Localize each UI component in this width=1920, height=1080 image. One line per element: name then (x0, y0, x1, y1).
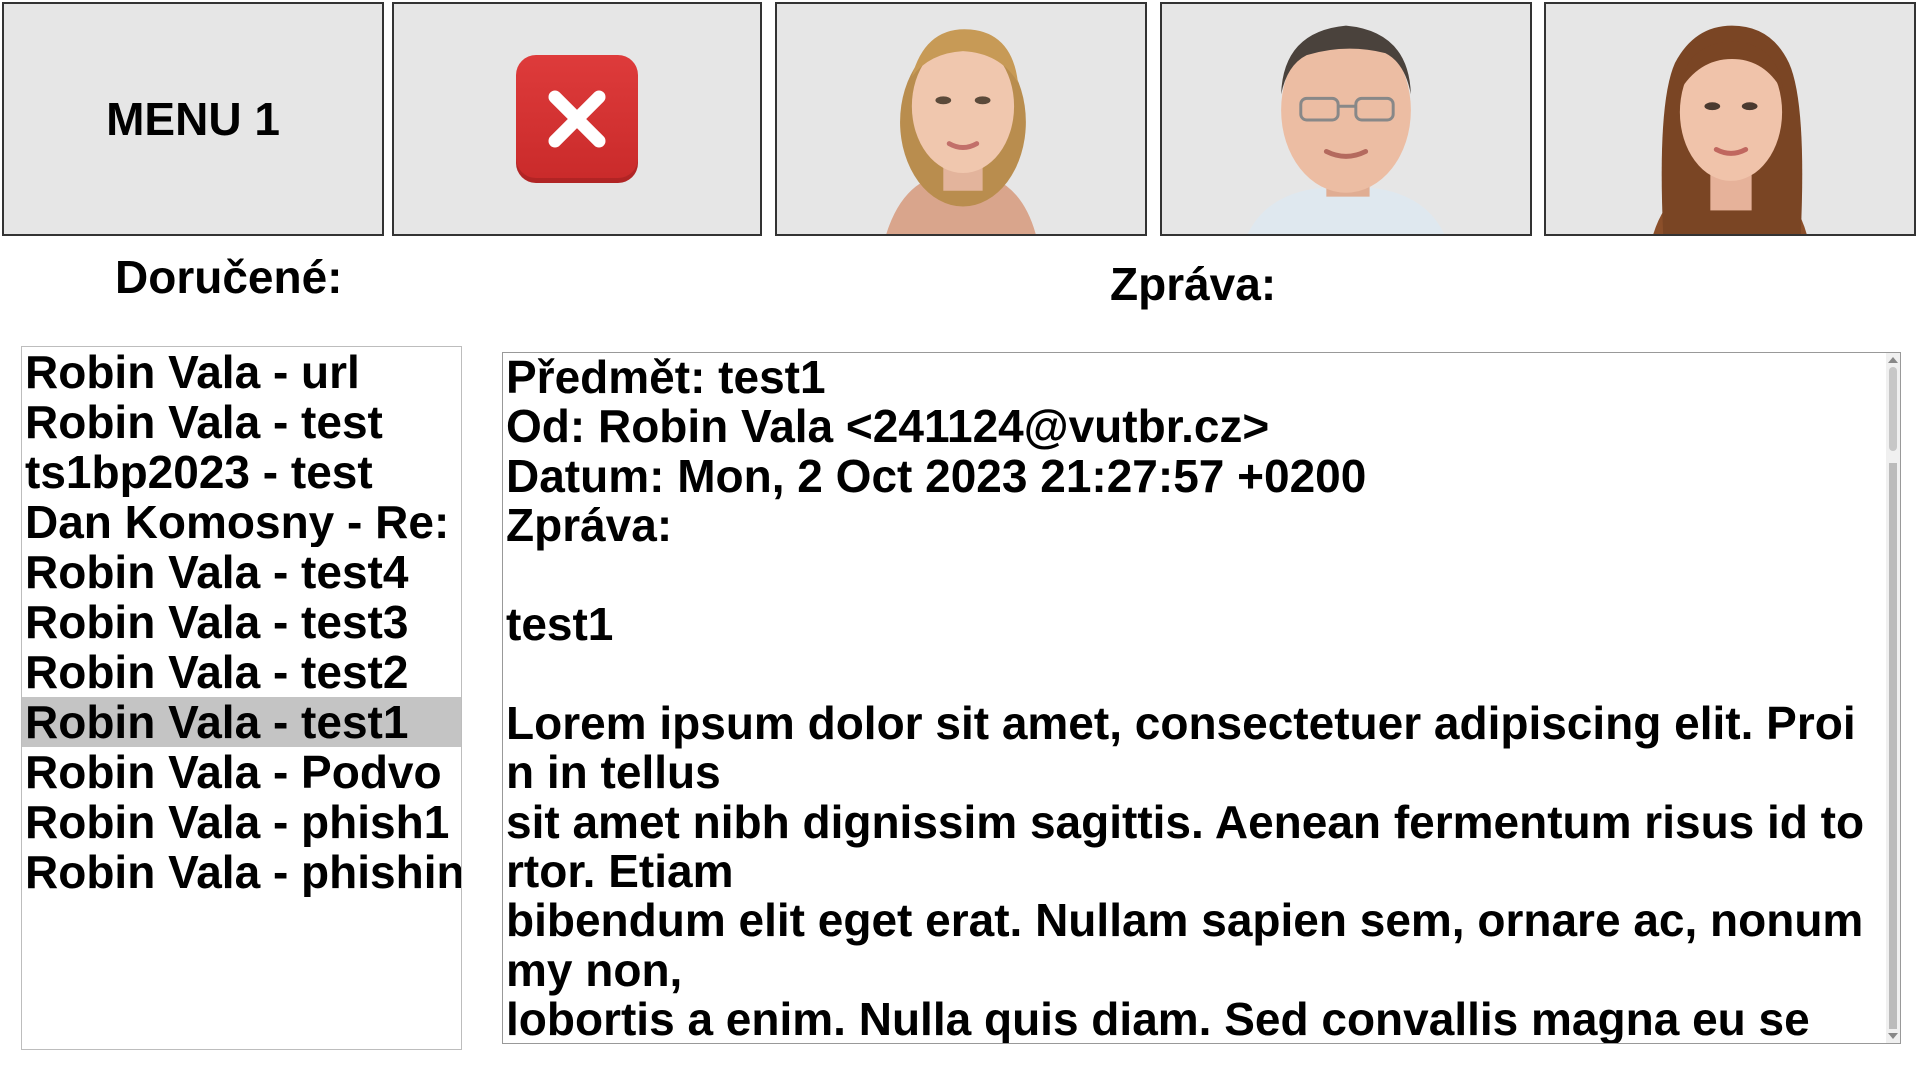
inbox-item[interactable]: ts1bp2023 - test (22, 447, 461, 497)
inbox-item[interactable]: Robin Vala - test1 (22, 697, 461, 747)
inbox-list[interactable]: Robin Vala - url Robin Vala - test ts1bp20… (21, 346, 462, 1050)
menu-1-label: MENU 1 (106, 93, 280, 145)
inbox-item[interactable]: Robin Vala - test3 (22, 597, 461, 647)
scroll-thumb[interactable] (1889, 367, 1897, 451)
inbox-item[interactable]: Robin Vala - test2 (22, 647, 461, 697)
menu-1-button[interactable]: MENU 1 (2, 2, 384, 236)
message-view[interactable]: Předmět: test1 Od: Robin Vala <241124@vu… (502, 352, 1901, 1044)
close-icon (516, 55, 638, 183)
inbox-item[interactable]: Dan Komosny - Re: (22, 497, 461, 547)
contact-woman-brunette-button[interactable] (1544, 2, 1916, 236)
inbox-item[interactable]: Robin Vala - phish1 (22, 797, 461, 847)
inbox-item[interactable]: Robin Vala - Podvo (22, 747, 461, 797)
scroll-track[interactable] (1889, 463, 1897, 1029)
inbox-heading: Doručené: (115, 251, 343, 303)
avatar-woman-blonde-icon (886, 29, 1036, 234)
avatar-woman-brunette-icon (1653, 25, 1807, 234)
contact-man-glasses-button[interactable] (1160, 2, 1532, 236)
inbox-item[interactable]: Robin Vala - url (22, 347, 461, 397)
inbox-item[interactable]: Robin Vala - phishin (22, 847, 461, 897)
avatar-man-glasses-icon (1247, 25, 1445, 234)
scroll-down-arrow-icon[interactable] (1888, 1033, 1898, 1039)
message-body: Předmět: test1 Od: Robin Vala <241124@vu… (506, 352, 1865, 1044)
inbox-item[interactable]: Robin Vala - test (22, 397, 461, 447)
message-heading: Zpráva: (1110, 258, 1277, 310)
close-tile-button[interactable] (392, 2, 762, 236)
contact-woman-blonde-button[interactable] (775, 2, 1147, 236)
inbox-item[interactable]: Robin Vala - test4 (22, 547, 461, 597)
scroll-up-arrow-icon[interactable] (1888, 357, 1898, 363)
message-scrollbar[interactable] (1886, 353, 1900, 1043)
